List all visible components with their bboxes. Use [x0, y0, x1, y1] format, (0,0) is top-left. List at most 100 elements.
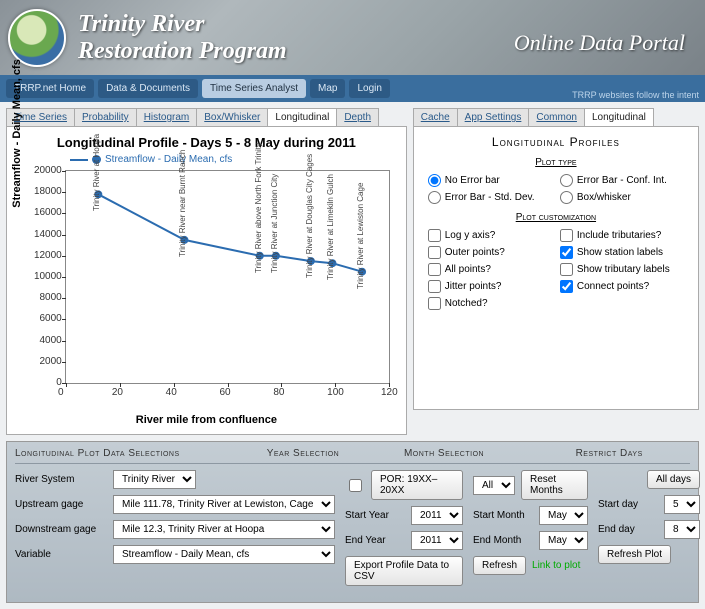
plot-custom-option[interactable]: Notched? — [428, 297, 552, 310]
plot-custom-checkbox[interactable] — [428, 246, 441, 259]
bp-head-month: Month Selection — [404, 448, 576, 459]
x-tick: 120 — [381, 387, 398, 398]
plot-custom-option — [560, 297, 684, 310]
tab-rlongitudinal[interactable]: Longitudinal — [584, 108, 654, 126]
plot-custom-checkbox[interactable] — [560, 263, 573, 276]
banner-title-line1: Trinity River — [78, 11, 204, 37]
tab-longitudinal[interactable]: Longitudinal — [267, 108, 337, 126]
plot-custom-group: Log y axis? Include tributaries? Outer poi… — [422, 229, 690, 310]
banner: Trinity River Restoration Program Online… — [0, 0, 705, 75]
plot-custom-option[interactable]: Show tributary labels — [560, 263, 684, 276]
river-system-select[interactable]: Trinity River — [113, 470, 196, 489]
nav-data[interactable]: Data & Documents — [98, 79, 198, 98]
station-label: Trinity River at Junction City — [270, 174, 279, 273]
plot-type-radio[interactable] — [428, 174, 441, 187]
end-year-select[interactable]: 2011 — [411, 531, 463, 550]
plot-custom-label: Notched? — [445, 298, 488, 309]
x-tick: 40 — [166, 387, 177, 398]
end-month-select[interactable]: May — [539, 531, 588, 550]
tab-appsettings[interactable]: App Settings — [457, 108, 530, 126]
plot-custom-label: Outer points? — [445, 247, 505, 258]
plot-custom-option[interactable]: Show station labels — [560, 246, 684, 259]
bp-head-selections: Longitudinal Plot Data Selections — [15, 448, 267, 459]
plot-custom-option[interactable]: Jitter points? — [428, 280, 552, 293]
y-tick: 8000 — [18, 292, 62, 303]
plot-type-option[interactable]: Error Bar - Conf. Int. — [560, 174, 684, 187]
plot-custom-checkbox[interactable] — [428, 229, 441, 242]
export-csv-button[interactable]: Export Profile Data to CSV — [345, 556, 463, 586]
plot-custom-label: Log y axis? — [445, 230, 496, 241]
bottom-panel: Longitudinal Plot Data Selections Year S… — [6, 441, 699, 603]
plot-type-radio[interactable] — [428, 191, 441, 204]
upstream-select[interactable]: Mile 111.78, Trinity River at Lewiston, … — [113, 495, 335, 514]
tab-histogram[interactable]: Histogram — [136, 108, 198, 126]
start-day-label: Start day — [598, 499, 658, 510]
plot-type-option[interactable]: No Error bar — [428, 174, 552, 187]
y-tick: 16000 — [18, 207, 62, 218]
plot-custom-checkbox[interactable] — [428, 263, 441, 276]
plot-type-label: Box/whisker — [577, 192, 631, 203]
plot-custom-checkbox[interactable] — [428, 297, 441, 310]
variable-select[interactable]: Streamflow - Daily Mean, cfs — [113, 545, 335, 564]
start-day-select[interactable]: 5 — [664, 495, 700, 514]
plot-custom-checkbox[interactable] — [560, 229, 573, 242]
chart-panel: Longitudinal Profile - Days 5 - 8 May du… — [6, 126, 407, 435]
nav-login[interactable]: Login — [349, 79, 389, 98]
plot-type-radio[interactable] — [560, 174, 573, 187]
y-tick: 10000 — [18, 271, 62, 282]
plot-custom-checkbox[interactable] — [560, 280, 573, 293]
plot-custom-option[interactable]: Outer points? — [428, 246, 552, 259]
nav-tsa[interactable]: Time Series Analyst — [202, 79, 306, 98]
end-day-label: End day — [598, 524, 658, 535]
legend-label: Streamflow - Daily Mean, cfs — [105, 154, 232, 165]
plot-type-option[interactable]: Box/whisker — [560, 191, 684, 204]
plot-type-heading: Plot type — [422, 157, 690, 168]
station-label: Trinity River at Hoopa — [92, 134, 101, 211]
plot-type-radio[interactable] — [560, 191, 573, 204]
plot-custom-option[interactable]: Log y axis? — [428, 229, 552, 242]
nav-map[interactable]: Map — [310, 79, 345, 98]
x-tick: 80 — [273, 387, 284, 398]
chart-title: Longitudinal Profile - Days 5 - 8 May du… — [15, 135, 398, 150]
por-button[interactable]: POR: 19XX–20XX — [371, 470, 463, 500]
link-to-plot[interactable]: Link to plot — [532, 560, 580, 571]
all-days-button[interactable]: All days — [647, 470, 700, 489]
banner-title-line2: Restoration Program — [78, 38, 287, 64]
plot-custom-option[interactable]: Connect points? — [560, 280, 684, 293]
plot-custom-label: Jitter points? — [445, 281, 502, 292]
x-tick: 20 — [112, 387, 123, 398]
plot-custom-label: Show tributary labels — [577, 264, 670, 275]
y-tick: 12000 — [18, 250, 62, 261]
plot-custom-checkbox[interactable] — [560, 246, 573, 259]
x-tick: 60 — [220, 387, 231, 398]
plot-custom-label: Show station labels — [577, 247, 663, 258]
x-tick: 100 — [327, 387, 344, 398]
por-checkbox[interactable] — [349, 479, 362, 492]
refresh-plot-button[interactable]: Refresh Plot — [598, 545, 671, 564]
tab-common[interactable]: Common — [528, 108, 585, 126]
end-month-label: End Month — [473, 535, 533, 546]
plot-custom-option[interactable]: All points? — [428, 263, 552, 276]
downstream-select[interactable]: Mile 12.3, Trinity River at Hoopa — [113, 520, 335, 539]
plot-type-option[interactable]: Error Bar - Std. Dev. — [428, 191, 552, 204]
plot-custom-checkbox[interactable] — [428, 280, 441, 293]
all-months-select[interactable]: All — [473, 476, 515, 495]
start-month-select[interactable]: May — [539, 506, 588, 525]
reset-months-button[interactable]: Reset Months — [521, 470, 588, 500]
plot-type-group: No Error bar Error Bar - Conf. Int. Error … — [422, 174, 690, 204]
start-year-select[interactable]: 2011 — [411, 506, 463, 525]
data-line — [98, 194, 362, 271]
tab-boxwhisker[interactable]: Box/Whisker — [196, 108, 268, 126]
settings-panel: Longitudinal Profiles Plot type No Error… — [413, 126, 699, 410]
tab-depth[interactable]: Depth — [336, 108, 379, 126]
end-day-select[interactable]: 8 — [664, 520, 700, 539]
tab-probability[interactable]: Probability — [74, 108, 137, 126]
bp-head-year: Year Selection — [267, 448, 404, 459]
y-tick: 4000 — [18, 335, 62, 346]
refresh-button[interactable]: Refresh — [473, 556, 526, 575]
plot-custom-option[interactable]: Include tributaries? — [560, 229, 684, 242]
trrp-logo — [8, 9, 66, 67]
y-tick: 14000 — [18, 229, 62, 240]
plot-type-label: Error Bar - Conf. Int. — [577, 175, 667, 186]
tab-cache[interactable]: Cache — [413, 108, 458, 126]
